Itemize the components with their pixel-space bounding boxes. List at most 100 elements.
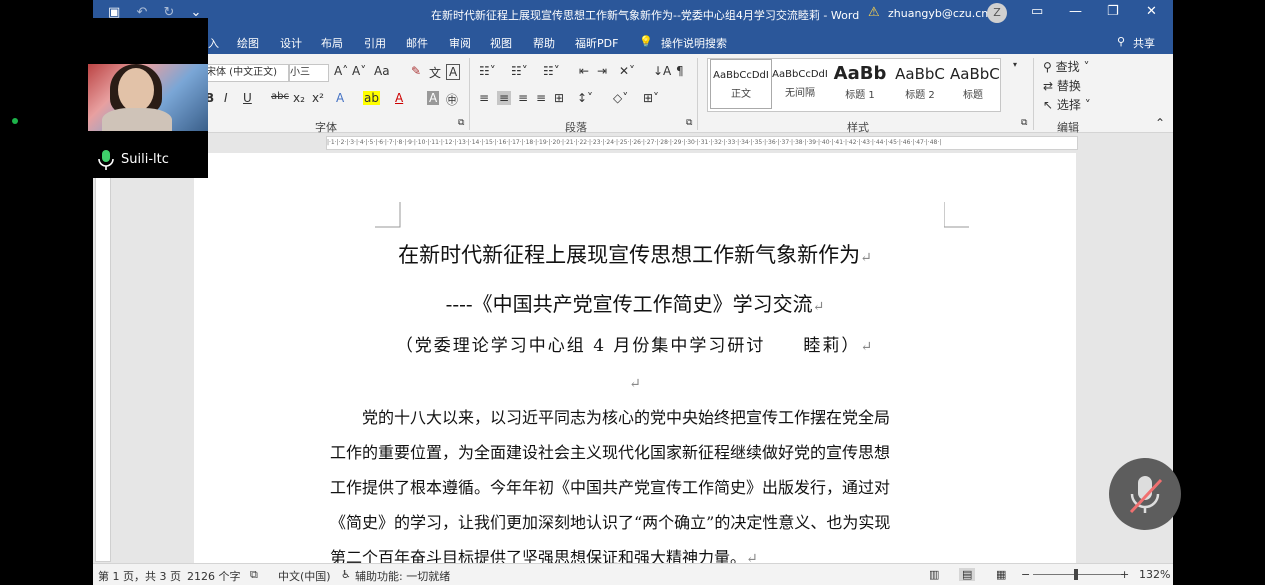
warning-icon[interactable]: ⚠ xyxy=(868,5,880,20)
tab-view[interactable]: 视图 xyxy=(490,35,512,51)
subscript-icon[interactable]: x₂ xyxy=(293,91,305,105)
strikethrough-icon[interactable]: abc xyxy=(271,91,289,102)
change-case-icon[interactable]: Aa xyxy=(374,64,390,78)
page-count[interactable]: 第 1 页，共 3 页 xyxy=(98,568,181,584)
horizontal-ruler[interactable]: |·1·|·2·|·3·|·4·|·5·|·6·|·7·|·8·|·9·|·10… xyxy=(93,133,1173,151)
char-shading-icon[interactable]: A xyxy=(427,91,440,105)
font-dialog-launcher[interactable]: ⧉ xyxy=(458,118,464,128)
decrease-indent-icon[interactable]: ⇤ xyxy=(579,64,589,78)
web-layout-icon[interactable]: ▦ xyxy=(996,568,1006,581)
bullets-icon[interactable]: ☷˅ xyxy=(479,64,496,78)
tab-mailings[interactable]: 邮件 xyxy=(406,35,428,51)
zoom-in-icon[interactable]: + xyxy=(1120,568,1129,581)
align-center-icon[interactable]: ≡ xyxy=(497,91,512,105)
text-effects-icon[interactable]: A xyxy=(336,91,344,105)
style-name: 标题 1 xyxy=(845,90,875,101)
replace-button[interactable]: ⇄ 替换 xyxy=(1043,77,1081,94)
underline-icon[interactable]: U xyxy=(243,91,252,105)
align-left-icon[interactable]: ≡ xyxy=(479,91,489,105)
paragraph-dialog-launcher[interactable]: ⧉ xyxy=(686,118,692,128)
ribbon-display-icon[interactable]: ▭ xyxy=(1031,4,1043,19)
italic-icon[interactable]: I xyxy=(224,91,228,105)
style-preview: AaBbCcDdI xyxy=(772,69,828,80)
vertical-ruler[interactable] xyxy=(95,155,111,562)
mute-button[interactable] xyxy=(1109,458,1181,530)
style-title[interactable]: AaBbC 标题 xyxy=(950,59,1000,109)
word-count[interactable]: 2126 个字 xyxy=(187,568,241,584)
share-icon: ⚲ xyxy=(1117,35,1126,48)
minimize-icon[interactable]: — xyxy=(1069,4,1082,19)
grow-font-icon[interactable]: A˄ xyxy=(334,64,348,78)
tab-help[interactable]: 帮助 xyxy=(533,35,555,51)
styles-dialog-launcher[interactable]: ⧉ xyxy=(1021,118,1027,128)
avatar[interactable]: Z xyxy=(987,3,1007,23)
style-name: 标题 xyxy=(963,90,983,101)
style-heading-1[interactable]: AaBb 标题 1 xyxy=(830,59,890,109)
zoom-level[interactable]: 132% xyxy=(1139,568,1170,581)
share-button[interactable]: 共享 xyxy=(1133,35,1155,51)
enclose-char-icon[interactable]: ㊥ xyxy=(446,91,458,108)
user-account[interactable]: zhuangyb@czu.cn xyxy=(888,7,988,20)
sort-icon[interactable]: ↓A xyxy=(653,64,671,78)
window-title: 在新时代新征程上展现宣传思想工作新气象新作为--党委中心组4月学习交流睦莉 - … xyxy=(431,9,860,22)
zoom-out-icon[interactable]: − xyxy=(1021,568,1030,581)
style-normal[interactable]: AaBbCcDdI 正文 xyxy=(710,59,772,109)
increase-indent-icon[interactable]: ⇥ xyxy=(597,64,607,78)
body-paragraph: 党的十八大以来，以习近平同志为核心的党中央始终把宣传工作摆在党全局 工作的重要位… xyxy=(330,400,946,577)
cursor-icon: ↖ xyxy=(1043,98,1054,112)
font-name-select[interactable]: 宋体 (中文正文) xyxy=(205,64,289,82)
close-icon[interactable]: ✕ xyxy=(1146,4,1157,19)
shrink-font-icon[interactable]: A˅ xyxy=(352,64,366,78)
proofing-icon[interactable]: ⧉ xyxy=(250,568,258,582)
multilevel-list-icon[interactable]: ☷˅ xyxy=(543,64,560,78)
tell-me-search[interactable]: 操作说明搜索 xyxy=(661,35,727,51)
video-tile[interactable]: Suili-ltc xyxy=(88,18,208,178)
tab-insert[interactable]: 入 xyxy=(208,35,219,51)
font-color-icon[interactable]: A xyxy=(395,91,403,105)
numbering-icon[interactable]: ☷˅ xyxy=(511,64,528,78)
search-icon: ⚲ xyxy=(1043,60,1052,74)
zoom-slider-thumb[interactable] xyxy=(1074,569,1078,580)
ribbon: 宋体 (中文正文) 小三 A˄ A˅ Aa ✎ 文 A B I U abc x₂… xyxy=(93,54,1173,134)
tab-draw[interactable]: 绘图 xyxy=(237,35,259,51)
style-heading-2[interactable]: AaBbC 标题 2 xyxy=(890,59,950,109)
superscript-icon[interactable]: x² xyxy=(312,91,324,105)
margin-corner-top-left xyxy=(375,202,401,228)
collapse-ribbon-icon[interactable]: ⌃ xyxy=(1155,116,1165,130)
chinese-layout-icon[interactable]: ✕˅ xyxy=(619,64,635,78)
select-button[interactable]: ↖ 选择 ˅ xyxy=(1043,96,1091,113)
tab-review[interactable]: 审阅 xyxy=(449,35,471,51)
font-size-select[interactable]: 小三 xyxy=(289,64,329,82)
restore-icon[interactable]: ❐ xyxy=(1107,4,1119,19)
borders-icon[interactable]: ⊞˅ xyxy=(643,91,659,105)
read-mode-icon[interactable]: ▥ xyxy=(929,568,939,581)
print-layout-icon[interactable]: ▤ xyxy=(959,568,976,581)
accessibility-status[interactable]: 辅助功能: 一切就绪 xyxy=(355,568,450,584)
highlight-icon[interactable]: ab xyxy=(363,91,380,105)
char-border-icon[interactable]: A xyxy=(446,64,461,80)
distributed-icon[interactable]: ⊞ xyxy=(554,91,564,105)
clear-format-icon[interactable]: ✎ xyxy=(411,64,421,78)
microphone-icon xyxy=(98,150,114,170)
styles-more-icon[interactable]: ▾ xyxy=(1013,60,1017,69)
tab-design[interactable]: 设计 xyxy=(280,35,302,51)
style-preview: AaBbC xyxy=(895,65,945,83)
document-page[interactable]: 在新时代新征程上展现宣传思想工作新气象新作为↵ ----《中国共产党宣传工作简史… xyxy=(194,153,1076,573)
line-spacing-icon[interactable]: ↕˅ xyxy=(577,91,593,105)
tab-layout[interactable]: 布局 xyxy=(321,35,343,51)
style-no-spacing[interactable]: AaBbCcDdI 无间隔 xyxy=(770,59,830,109)
find-button[interactable]: ⚲ 查找 ˅ xyxy=(1043,58,1089,75)
shading-icon[interactable]: ◇˅ xyxy=(613,91,628,105)
separator xyxy=(697,58,698,130)
align-right-icon[interactable]: ≡ xyxy=(518,91,528,105)
justify-icon[interactable]: ≡ xyxy=(536,91,546,105)
status-bar: 第 1 页，共 3 页 2126 个字 ⧉ 中文(中国) ♿ 辅助功能: 一切就… xyxy=(93,563,1173,585)
phonetic-icon[interactable]: 文 xyxy=(429,64,441,81)
show-marks-icon[interactable]: ¶ xyxy=(676,64,684,78)
style-name: 无间隔 xyxy=(785,88,815,99)
tab-references[interactable]: 引用 xyxy=(364,35,386,51)
tab-foxit-pdf[interactable]: 福昕PDF xyxy=(575,35,618,51)
zoom-slider[interactable] xyxy=(1033,574,1123,575)
language[interactable]: 中文(中国) xyxy=(278,568,331,584)
find-label: 查找 xyxy=(1055,60,1080,74)
